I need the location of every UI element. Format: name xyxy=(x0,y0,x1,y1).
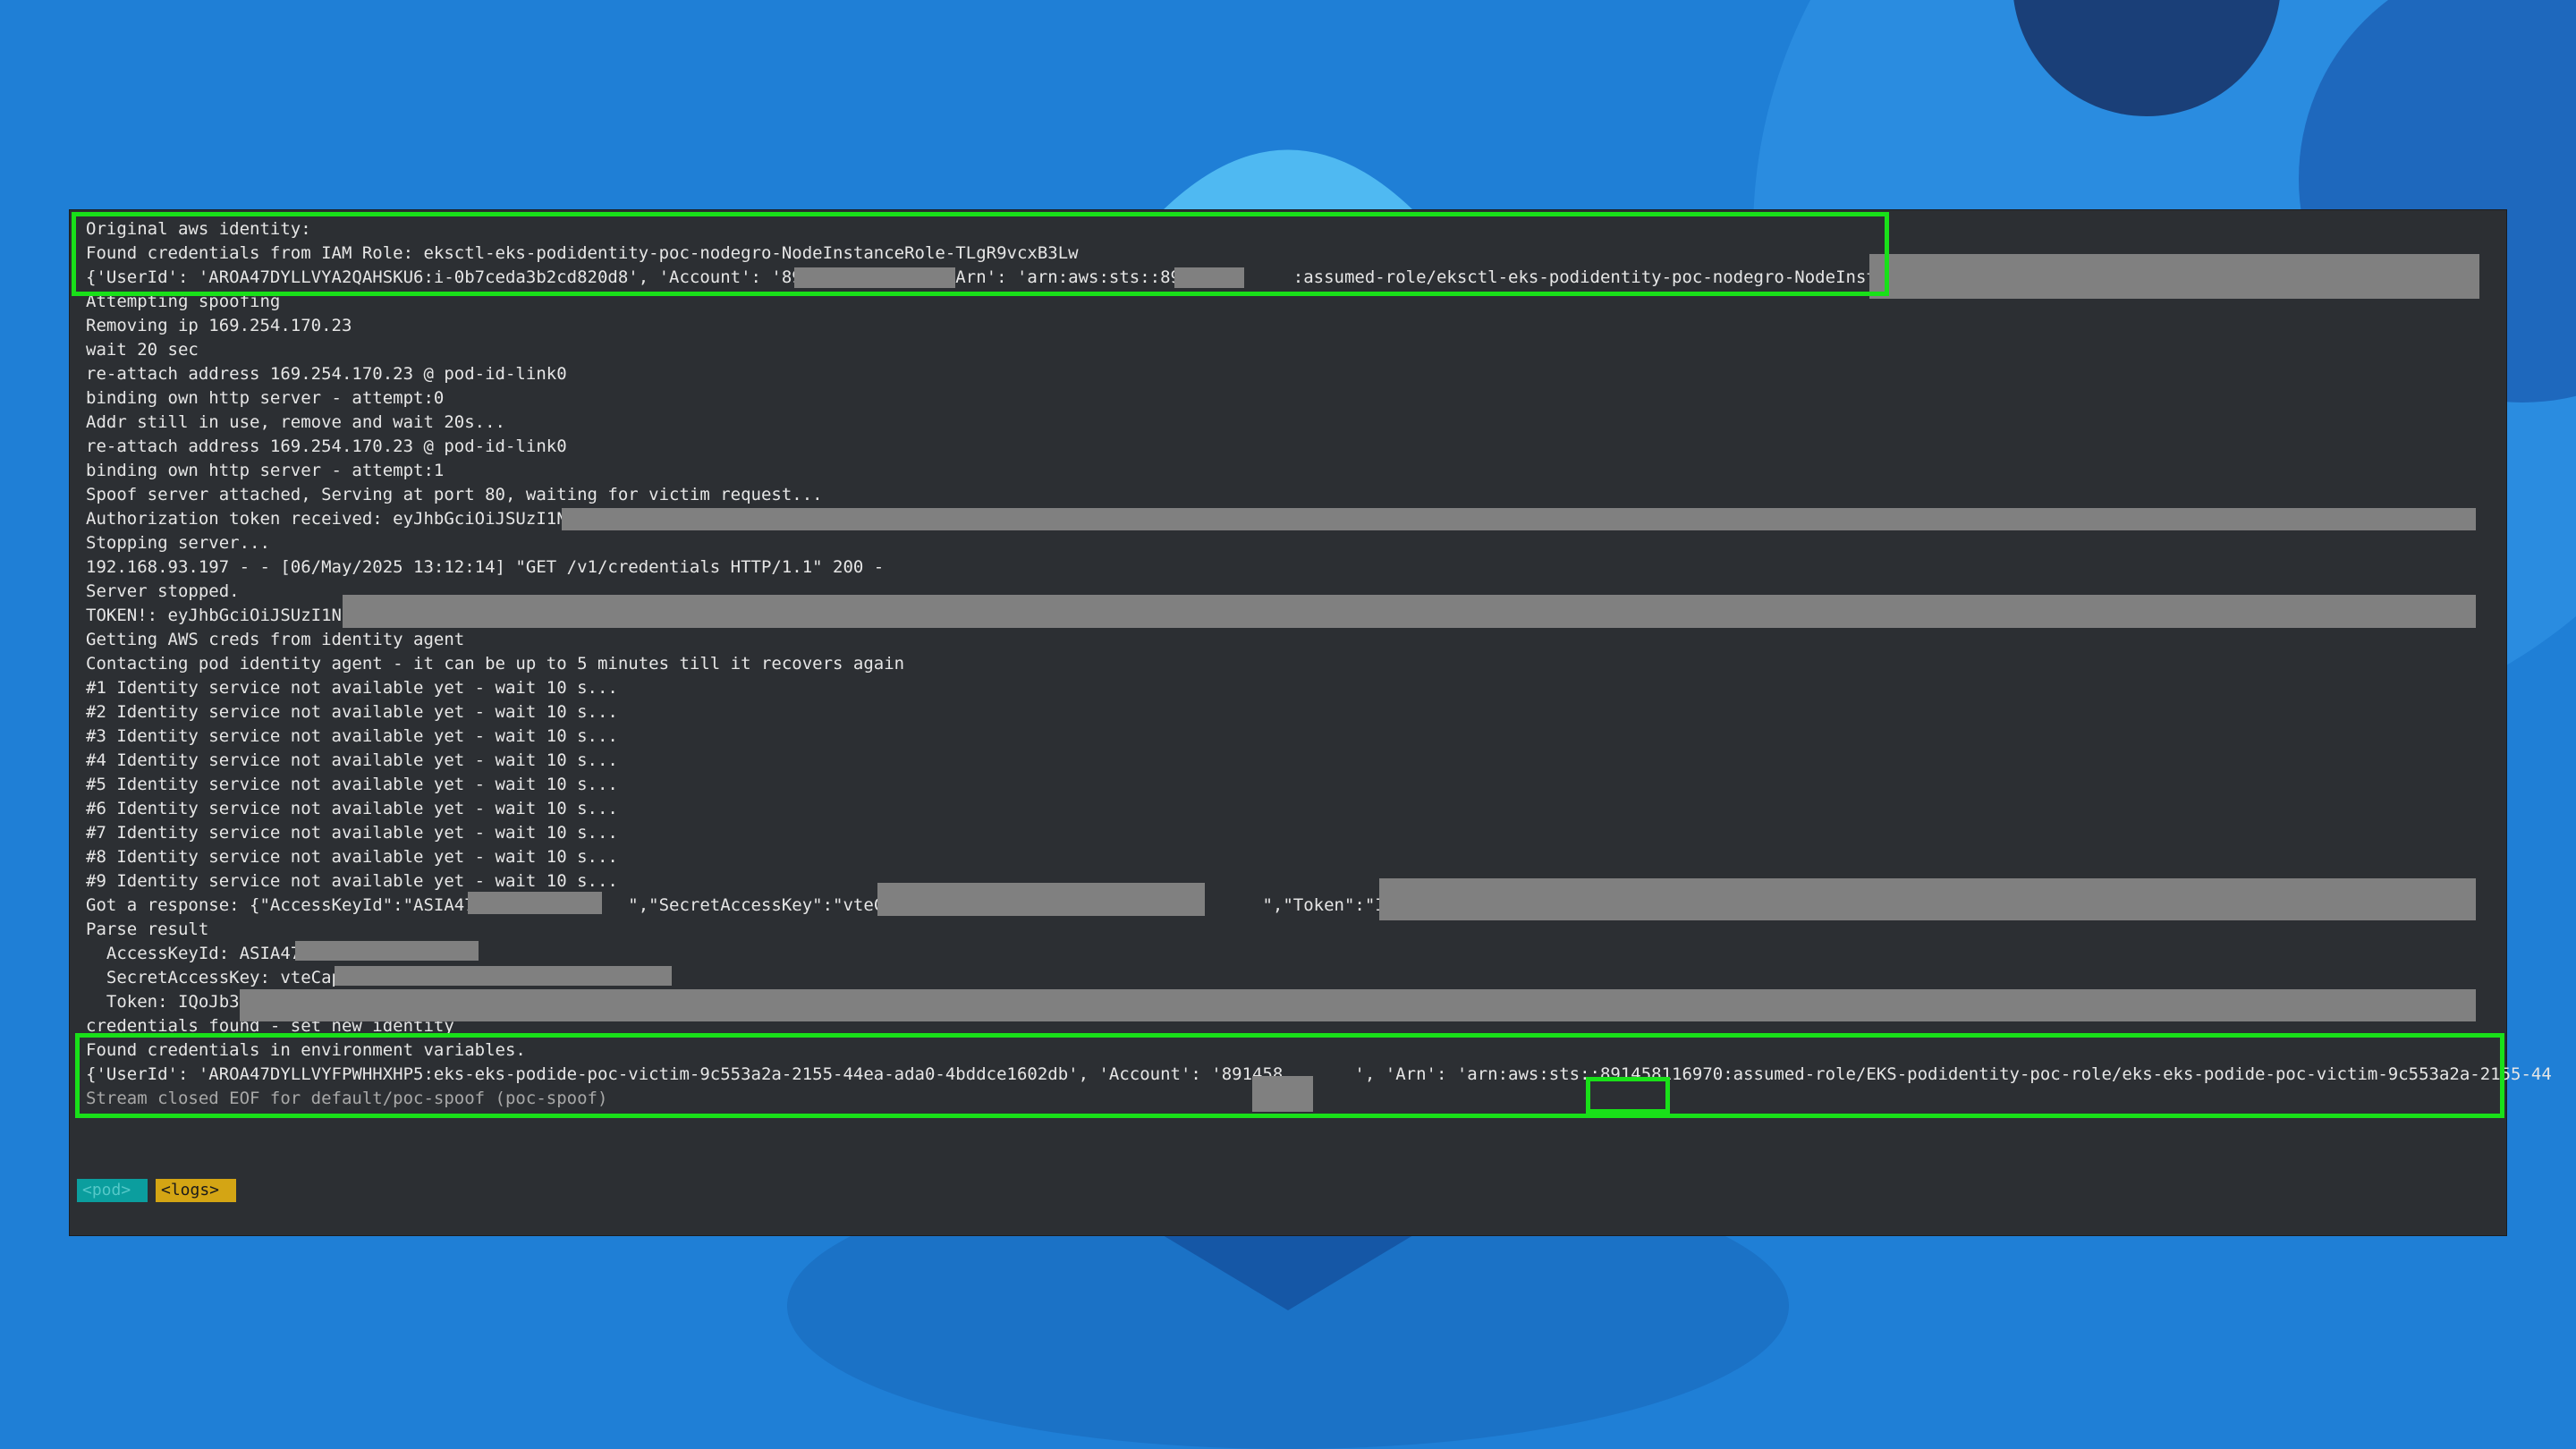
log-line: {'UserId': 'AROA47DYLLVYFPWHHXHP5:eks-ek… xyxy=(86,1064,2552,1084)
log-line: Server stopped. xyxy=(86,581,240,601)
log-line: binding own http server - attempt:1 xyxy=(86,461,445,480)
redaction-bar xyxy=(240,989,2476,1021)
log-line: re-attach address 169.254.170.23 @ pod-i… xyxy=(86,436,567,456)
log-line: Got a response: {"AccessKeyId":"ASIA47 "… xyxy=(86,895,1436,915)
log-line: Addr still in use, remove and wait 20s..… xyxy=(86,412,505,432)
log-line: AccessKeyId: ASIA47 xyxy=(86,944,301,963)
redaction-bar xyxy=(335,966,672,986)
log-line: Spoof server attached, Serving at port 8… xyxy=(86,485,823,504)
log-line: #1 Identity service not available yet - … xyxy=(86,678,618,698)
log-line: Token: IQoJb3 xyxy=(86,992,240,1012)
redaction-bar xyxy=(562,508,2476,530)
log-line: #8 Identity service not available yet - … xyxy=(86,847,618,867)
redaction-bar xyxy=(794,267,955,288)
log-line: Found credentials in environment variabl… xyxy=(86,1040,526,1060)
log-line: re-attach address 169.254.170.23 @ pod-i… xyxy=(86,364,567,384)
log-line: Authorization token received: eyJhbGciOi… xyxy=(86,509,578,529)
terminal-window[interactable]: Original aws identity: Found credentials… xyxy=(70,210,2552,1235)
log-line: Original aws identity: xyxy=(86,219,311,239)
redaction-bar xyxy=(1869,254,2479,299)
log-line: binding own http server - attempt:0 xyxy=(86,388,445,408)
redaction-bar xyxy=(1252,1076,1313,1112)
log-line: SecretAccessKey: vteCap xyxy=(86,968,342,987)
log-line: Stream closed EOF for default/poc-spoof … xyxy=(86,1089,608,1108)
log-line: Parse result xyxy=(86,919,209,939)
log-line: Removing ip 169.254.170.23 xyxy=(86,316,352,335)
log-line: Found credentials from IAM Role: eksctl-… xyxy=(86,243,1079,263)
redaction-bar xyxy=(1174,267,1244,288)
log-line: #6 Identity service not available yet - … xyxy=(86,799,618,818)
tab-pod[interactable]: <pod> xyxy=(77,1179,148,1202)
log-line: Contacting pod identity agent - it can b… xyxy=(86,654,905,674)
log-line: Stopping server... xyxy=(86,533,270,553)
log-line: Getting AWS creds from identity agent xyxy=(86,630,465,649)
log-line: 192.168.93.197 - - [06/May/2025 13:12:14… xyxy=(86,557,885,577)
log-line: wait 20 sec xyxy=(86,340,199,360)
log-line: #5 Identity service not available yet - … xyxy=(86,775,618,794)
log-line: #9 Identity service not available yet - … xyxy=(86,871,618,891)
redaction-bar xyxy=(1379,878,2476,920)
log-line: TOKEN!: eyJhbGciOiJSUzI1Ni xyxy=(86,606,352,625)
log-line: #3 Identity service not available yet - … xyxy=(86,726,618,746)
log-line: #7 Identity service not available yet - … xyxy=(86,823,618,843)
log-line: {'UserId': 'AROA47DYLLVYA2QAHSKU6:i-0b7c… xyxy=(86,267,1938,287)
redaction-bar xyxy=(295,941,479,961)
redaction-bar xyxy=(877,883,1205,916)
redaction-bar xyxy=(343,595,2476,628)
tab-logs[interactable]: <logs> xyxy=(156,1179,236,1202)
log-line: #2 Identity service not available yet - … xyxy=(86,702,618,722)
log-line: #4 Identity service not available yet - … xyxy=(86,750,618,770)
redaction-bar xyxy=(468,892,602,914)
log-line: Attempting spoofing xyxy=(86,292,281,311)
